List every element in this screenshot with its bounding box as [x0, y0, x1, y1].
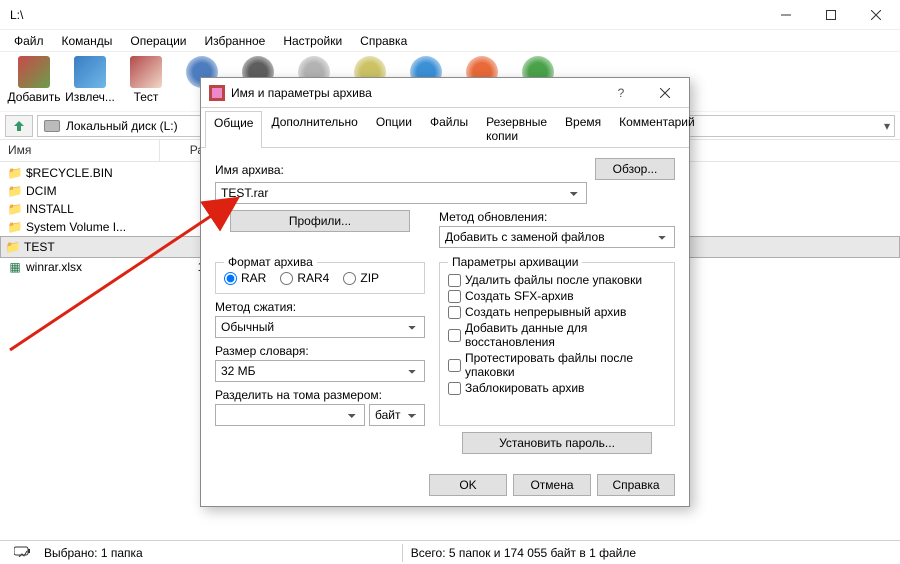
tab-0[interactable]: Общие [205, 111, 262, 148]
volume-unit-select[interactable]: байт [369, 404, 425, 426]
folder-icon: 📁 [8, 220, 22, 234]
folder-icon: 📁 [8, 202, 22, 216]
status-total: Всего: 5 папок и 174 055 байт в 1 файле [405, 546, 642, 560]
disk-icon [44, 120, 60, 132]
menu-commands[interactable]: Команды [54, 32, 121, 50]
excel-icon: ▦ [8, 260, 22, 274]
format-legend: Формат архива [224, 255, 317, 269]
file-name: System Volume I... [26, 220, 166, 234]
dictionary-label: Размер словаря: [215, 344, 425, 358]
archive-name-input[interactable]: TEST.rar [215, 182, 587, 204]
menubar: Файл Команды Операции Избранное Настройк… [0, 30, 900, 52]
menu-settings[interactable]: Настройки [275, 32, 350, 50]
volume-size-select[interactable] [215, 404, 365, 426]
folder-icon: 📁 [6, 240, 20, 254]
update-method-select[interactable]: Добавить с заменой файлов [439, 226, 675, 248]
dialog-title: Имя и параметры архива [231, 86, 599, 100]
up-button[interactable] [5, 115, 33, 137]
path-label: Локальный диск (L:) [66, 119, 178, 133]
archive-dialog: Имя и параметры архива ? ОбщиеДополнител… [200, 77, 690, 507]
tab-4[interactable]: Резервные копии [477, 110, 556, 147]
volume-label: Разделить на тома размером: [215, 388, 425, 402]
menu-file[interactable]: Файл [6, 32, 52, 50]
format-radio-zip[interactable]: ZIP [343, 271, 379, 285]
window-title: L:\ [10, 8, 763, 22]
compression-select[interactable]: Обычный [215, 316, 425, 338]
file-name: INSTALL [26, 202, 166, 216]
tab-5[interactable]: Время [556, 110, 610, 147]
update-method-label: Метод обновления: [439, 210, 675, 224]
folder-icon: 📁 [8, 184, 22, 198]
file-name: TEST [24, 240, 164, 254]
tool-label: Извлеч... [65, 90, 115, 104]
tool-2[interactable]: Тест [118, 56, 174, 104]
file-name: DCIM [26, 184, 166, 198]
profiles-button[interactable]: Профили... [230, 210, 410, 232]
tool-label: Добавить [7, 90, 60, 104]
format-radio-rar[interactable]: RAR [224, 271, 266, 285]
password-button[interactable]: Установить пароль... [462, 432, 652, 454]
param-check-4[interactable]: Протестировать файлы после упаковки [448, 351, 666, 379]
tool-0[interactable]: Добавить [6, 56, 62, 104]
archive-name-label: Имя архива: [215, 163, 587, 177]
close-button[interactable] [853, 0, 898, 30]
status-icon [8, 545, 38, 560]
chevron-down-icon[interactable]: ▾ [884, 119, 890, 133]
dialog-help-footer-button[interactable]: Справка [597, 474, 675, 496]
winrar-icon [209, 85, 225, 101]
compression-label: Метод сжатия: [215, 300, 425, 314]
file-name: $RECYCLE.BIN [26, 166, 166, 180]
menu-favorites[interactable]: Избранное [197, 32, 274, 50]
params-legend: Параметры архивации [448, 255, 582, 269]
status-selected: Выбрано: 1 папка [38, 546, 149, 560]
format-radio-rar4[interactable]: RAR4 [280, 271, 329, 285]
tool-1[interactable]: Извлеч... [62, 56, 118, 104]
folder-icon: 📁 [8, 166, 22, 180]
param-check-1[interactable]: Создать SFX-архив [448, 289, 666, 303]
menu-help[interactable]: Справка [352, 32, 415, 50]
file-name: winrar.xlsx [26, 260, 166, 274]
browse-button[interactable]: Обзор... [595, 158, 675, 180]
tab-3[interactable]: Файлы [421, 110, 477, 147]
tab-1[interactable]: Дополнительно [262, 110, 366, 147]
minimize-button[interactable] [763, 0, 808, 30]
column-name[interactable]: Имя [0, 140, 160, 161]
param-check-2[interactable]: Создать непрерывный архив [448, 305, 666, 319]
cancel-button[interactable]: Отмена [513, 474, 591, 496]
param-check-0[interactable]: Удалить файлы после упаковки [448, 273, 666, 287]
tab-6[interactable]: Комментарий [610, 110, 704, 147]
menu-operations[interactable]: Операции [122, 32, 194, 50]
param-check-3[interactable]: Добавить данные для восстановления [448, 321, 666, 349]
dialog-close-button[interactable] [643, 79, 687, 107]
param-check-5[interactable]: Заблокировать архив [448, 381, 666, 395]
tab-2[interactable]: Опции [367, 110, 421, 147]
ok-button[interactable]: OK [429, 474, 507, 496]
dialog-help-button[interactable]: ? [599, 79, 643, 107]
dictionary-select[interactable]: 32 МБ [215, 360, 425, 382]
maximize-button[interactable] [808, 0, 853, 30]
tool-label: Тест [134, 90, 159, 104]
